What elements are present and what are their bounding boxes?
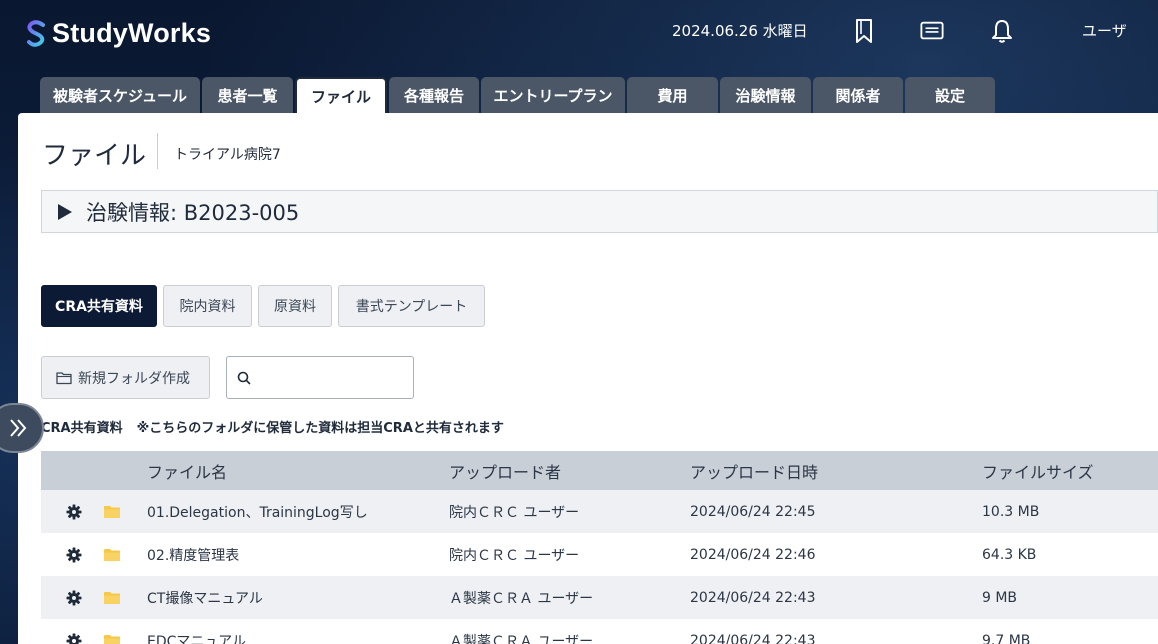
folder-icon [103,548,147,562]
folder-notice: CRA共有資料 ※こちらのフォルダに保管した資料は担当CRAと共有されます [41,417,504,436]
main-tabs: 被験者スケジュール 患者一覧 ファイル 各種報告 エントリープラン 費用 治験情… [40,77,995,113]
header-uploader[interactable]: アップロード者 [449,459,690,483]
table-row[interactable]: CT撮像マニュアル Ａ製薬ＣＲＡ ユーザー 2024/06/24 22:43 9… [41,576,1158,619]
bookmark-icon[interactable] [852,18,876,44]
uploaded-at: 2024/06/24 22:46 [690,546,816,563]
folder-tabs: CRA共有資料 院内資料 原資料 書式テンプレート [41,285,485,327]
tab-files[interactable]: ファイル [295,77,387,113]
main-panel: ファイル トライアル病院7 治験情報: B2023-005 CRA共有資料 院内… [18,113,1158,644]
folder-icon [103,591,147,605]
file-size: 10.3 MB [982,503,1040,520]
table-row[interactable]: EDCマニュアル Ａ製薬ＣＲＡ ユーザー 2024/06/24 22:43 9.… [41,619,1158,644]
file-size: 9.7 MB [982,632,1031,644]
bell-icon[interactable] [990,18,1014,44]
search-input[interactable] [257,369,407,386]
table-row[interactable]: 02.精度管理表 院内ＣＲＣ ユーザー 2024/06/24 22:46 64.… [41,533,1158,576]
gear-icon[interactable] [41,504,103,520]
tab-trial-info[interactable]: 治験情報 [720,77,811,113]
gear-icon[interactable] [41,633,103,644]
current-date: 2024.06.26 水曜日 [672,22,808,40]
header-file-size[interactable]: ファイルサイズ [982,459,1152,483]
new-folder-label: 新規フォルダ作成 [78,370,190,387]
new-folder-button[interactable]: 新規フォルダ作成 [41,356,210,399]
file-name[interactable]: 01.Delegation、TrainingLog写し [147,502,449,522]
page-title: ファイル [42,141,147,171]
message-icon[interactable] [920,18,946,44]
double-chevron-right-icon [10,419,27,437]
gear-icon[interactable] [41,590,103,606]
logo-mark-icon [27,20,45,47]
tab-subject-schedule[interactable]: 被験者スケジュール [40,77,200,113]
trial-info-label: 治験情報: B2023-005 [86,200,300,225]
file-name[interactable]: EDCマニュアル [147,631,449,644]
hospital-name: トライアル病院7 [174,147,281,163]
tab-cost[interactable]: 費用 [627,77,718,113]
file-name[interactable]: CT撮像マニュアル [147,588,449,608]
tab-entry-plan[interactable]: エントリープラン [481,77,625,113]
gear-icon[interactable] [41,547,103,563]
header-file-name[interactable]: ファイル名 [147,459,449,483]
subtab-internal[interactable]: 院内資料 [163,285,252,327]
uploader: Ａ製薬ＣＲＡ ユーザー [449,633,594,644]
uploader: 院内ＣＲＣ ユーザー [449,547,580,564]
tab-settings[interactable]: 設定 [905,77,995,113]
folder-icon [103,634,147,644]
play-arrow-icon [58,203,72,220]
subtab-source-docs[interactable]: 原資料 [258,285,332,327]
uploader: 院内ＣＲＣ ユーザー [449,504,580,521]
uploaded-at: 2024/06/24 22:43 [690,632,816,644]
subtab-templates[interactable]: 書式テンプレート [338,285,485,327]
notice-text: ※こちらのフォルダに保管した資料は担当CRAと共有されます [136,421,504,436]
title-divider [157,133,158,169]
table-row[interactable]: 01.Delegation、TrainingLog写し 院内ＣＲＣ ユーザー 2… [41,490,1158,533]
tab-stakeholders[interactable]: 関係者 [813,77,903,113]
header-uploaded-at[interactable]: アップロード日時 [690,459,982,483]
folder-outline-icon [56,371,72,384]
tab-patient-list[interactable]: 患者一覧 [202,77,293,113]
tab-reports[interactable]: 各種報告 [389,77,479,113]
user-menu[interactable]: ユーザ [1082,20,1127,41]
uploader: Ａ製薬ＣＲＡ ユーザー [449,590,594,607]
trial-info-toggle[interactable]: 治験情報: B2023-005 [41,190,1158,233]
table-header: ファイル名 アップロード者 アップロード日時 ファイルサイズ [41,451,1158,490]
uploaded-at: 2024/06/24 22:43 [690,589,816,606]
app-header: StudyWorks 2024.06.26 水曜日 ユーザ [0,0,1158,62]
subtab-cra-shared[interactable]: CRA共有資料 [41,285,157,327]
folder-icon [103,505,147,519]
search-box[interactable] [226,356,414,399]
brand-name: StudyWorks [52,17,212,48]
logo[interactable]: StudyWorks [26,16,211,50]
file-size: 64.3 KB [982,546,1037,563]
file-size: 9 MB [982,589,1018,606]
file-table: ファイル名 アップロード者 アップロード日時 ファイルサイズ 01.Delega… [41,451,1158,644]
search-icon [237,371,251,384]
file-name[interactable]: 02.精度管理表 [147,545,449,565]
notice-folder-name: CRA共有資料 [41,421,123,436]
uploaded-at: 2024/06/24 22:45 [690,503,816,520]
